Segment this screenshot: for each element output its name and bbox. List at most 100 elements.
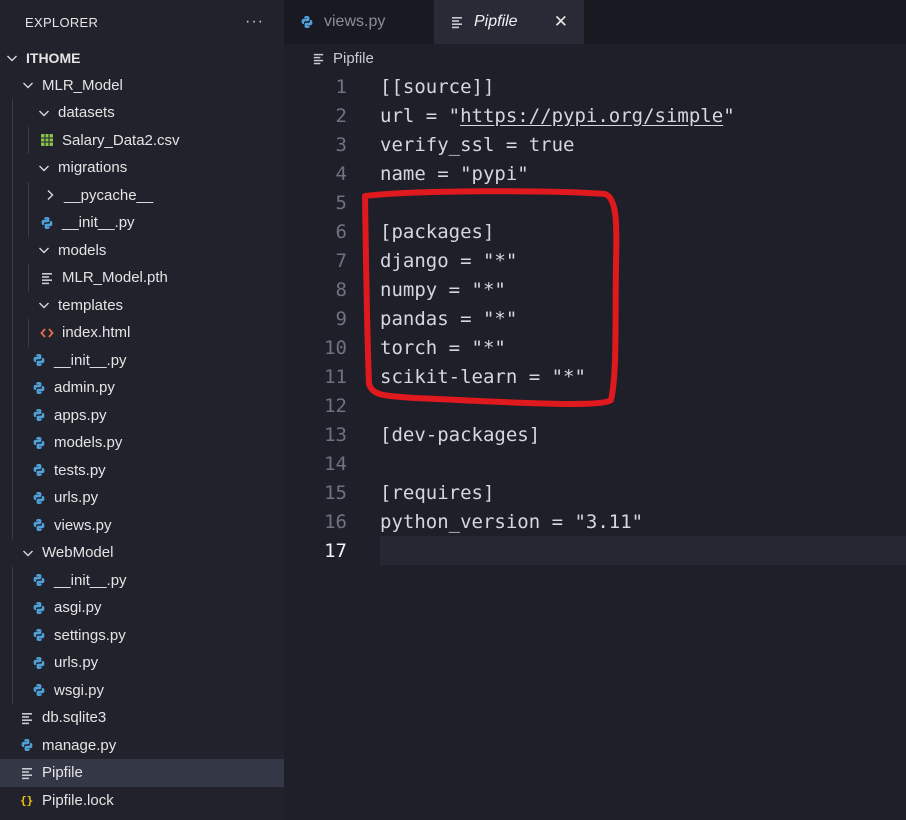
- line-number: 6: [335, 220, 347, 243]
- tree-item-label: Pipfile.lock: [42, 791, 114, 809]
- line-number: 1: [335, 75, 347, 98]
- code-text: [[source]]: [380, 75, 495, 98]
- tree-item[interactable]: __init__.py: [0, 346, 284, 374]
- explorer-sidebar: EXPLORER ··· ITHOME MLR_Model datasets Sala…: [0, 0, 284, 820]
- tree-item[interactable]: models: [0, 236, 284, 264]
- tree-item-label: __pycache__: [64, 186, 154, 204]
- line-number: 9: [335, 307, 347, 330]
- tree-item-label: __init__.py: [54, 571, 127, 589]
- tree-item[interactable]: datasets: [0, 99, 284, 127]
- tree-item[interactable]: asgi.py: [0, 594, 284, 622]
- code-line[interactable]: 14: [284, 449, 906, 478]
- tree-item[interactable]: __init__.py: [0, 209, 284, 237]
- code-text: python_version = "3.11": [380, 510, 644, 533]
- tree-item-label: admin.py: [54, 379, 115, 397]
- code-line[interactable]: 17: [284, 536, 906, 565]
- line-number: 8: [335, 278, 347, 301]
- code-line[interactable]: 7 django = "*": [284, 246, 906, 275]
- tree-item[interactable]: Salary_Data2.csv: [0, 126, 284, 154]
- tab-views-py[interactable]: views.py: [284, 0, 434, 44]
- code-line[interactable]: 9 pandas = "*": [284, 304, 906, 333]
- code-line[interactable]: 5: [284, 188, 906, 217]
- tree-item[interactable]: urls.py: [0, 649, 284, 677]
- json-icon: {}: [20, 793, 34, 807]
- line-number: 5: [335, 191, 347, 214]
- tree-item[interactable]: ITHOME: [0, 44, 284, 72]
- python-icon: [32, 436, 46, 450]
- code-line[interactable]: 15 [requires]: [284, 478, 906, 507]
- code-text: pandas = "*": [380, 307, 518, 330]
- code-text: [dev-packages]: [380, 423, 541, 446]
- indent-guide: [28, 209, 29, 237]
- more-actions-icon[interactable]: ···: [245, 13, 274, 31]
- code-line[interactable]: 3 verify_ssl = true: [284, 130, 906, 159]
- code-text: [packages]: [380, 220, 495, 243]
- tree-item[interactable]: WebModel: [0, 539, 284, 567]
- line-number: 14: [324, 452, 347, 475]
- code-text: numpy = "*": [380, 278, 506, 301]
- code-line[interactable]: 4 name = "pypi": [284, 159, 906, 188]
- lines-icon: [312, 52, 325, 65]
- code-lines: 1 [[source]] 2 url = "https://pypi.org/simp…: [284, 72, 906, 565]
- code-line[interactable]: 1 [[source]]: [284, 72, 906, 101]
- tree-item[interactable]: __init__.py: [0, 566, 284, 594]
- indent-guide: [12, 346, 13, 374]
- code-line[interactable]: 2 url = "https://pypi.org/simple": [284, 101, 906, 130]
- code-line[interactable]: 11 scikit-learn = "*": [284, 362, 906, 391]
- tree-item-label: ITHOME: [26, 49, 81, 66]
- code-line[interactable]: 6 [packages]: [284, 217, 906, 246]
- python-icon: [32, 381, 46, 395]
- tree-item[interactable]: db.sqlite3: [0, 704, 284, 732]
- tree-item[interactable]: MLR_Model.pth: [0, 264, 284, 292]
- url-link[interactable]: https://pypi.org/simple: [460, 105, 723, 127]
- tree-item[interactable]: {} Pipfile.lock: [0, 787, 284, 815]
- tree-item-label: templates: [58, 296, 124, 314]
- tree-item[interactable]: urls.py: [0, 484, 284, 512]
- tree-item-label: MLR_Model: [42, 76, 123, 94]
- indent-guide: [28, 126, 29, 154]
- indent-guide: [28, 264, 29, 292]
- python-icon: [32, 518, 46, 532]
- tree-item[interactable]: wsgi.py: [0, 676, 284, 704]
- indent-guide: [12, 209, 13, 237]
- tree-item[interactable]: admin.py: [0, 374, 284, 402]
- indent-guide: [12, 594, 13, 622]
- tree-item[interactable]: index.html: [0, 319, 284, 347]
- tree-item-label: MLR_Model.pth: [62, 269, 168, 287]
- tree-item-label: wsgi.py: [54, 681, 105, 699]
- python-icon: [20, 738, 34, 752]
- tree-item[interactable]: templates: [0, 291, 284, 319]
- breadcrumb[interactable]: Pipfile: [284, 44, 906, 72]
- tree-item[interactable]: settings.py: [0, 621, 284, 649]
- breadcrumb-label: Pipfile: [333, 49, 374, 67]
- tab-pipfile[interactable]: Pipfile ✕: [434, 0, 584, 44]
- tree-item[interactable]: models.py: [0, 429, 284, 457]
- code-text: [requires]: [380, 481, 495, 504]
- code-line[interactable]: 13 [dev-packages]: [284, 420, 906, 449]
- close-icon[interactable]: ✕: [554, 12, 568, 32]
- code-editor[interactable]: 1 [[source]] 2 url = "https://pypi.org/simp…: [284, 72, 906, 820]
- tree-item[interactable]: tests.py: [0, 456, 284, 484]
- lines-icon: [40, 271, 54, 285]
- code-line[interactable]: 10 torch = "*": [284, 333, 906, 362]
- tree-item[interactable]: views.py: [0, 511, 284, 539]
- chevron-down-icon: [38, 107, 50, 119]
- indent-guide: [28, 181, 29, 209]
- python-icon: [32, 408, 46, 422]
- code-line[interactable]: 16 python_version = "3.11": [284, 507, 906, 536]
- chevron-down-icon: [6, 52, 18, 64]
- python-icon: [300, 15, 314, 29]
- tree-item[interactable]: manage.py: [0, 732, 284, 760]
- code-line[interactable]: 12: [284, 391, 906, 420]
- tree-item[interactable]: MLR_Model: [0, 72, 284, 100]
- indent-guide: [12, 236, 13, 264]
- code-line[interactable]: 8 numpy = "*": [284, 275, 906, 304]
- tree-item[interactable]: apps.py: [0, 401, 284, 429]
- indent-guide: [12, 99, 13, 127]
- line-number: 16: [324, 510, 347, 533]
- indent-guide: [12, 401, 13, 429]
- tree-item[interactable]: migrations: [0, 154, 284, 182]
- tree-item[interactable]: __pycache__: [0, 181, 284, 209]
- tree-item-label: views.py: [54, 516, 112, 534]
- tree-item[interactable]: Pipfile: [0, 759, 284, 787]
